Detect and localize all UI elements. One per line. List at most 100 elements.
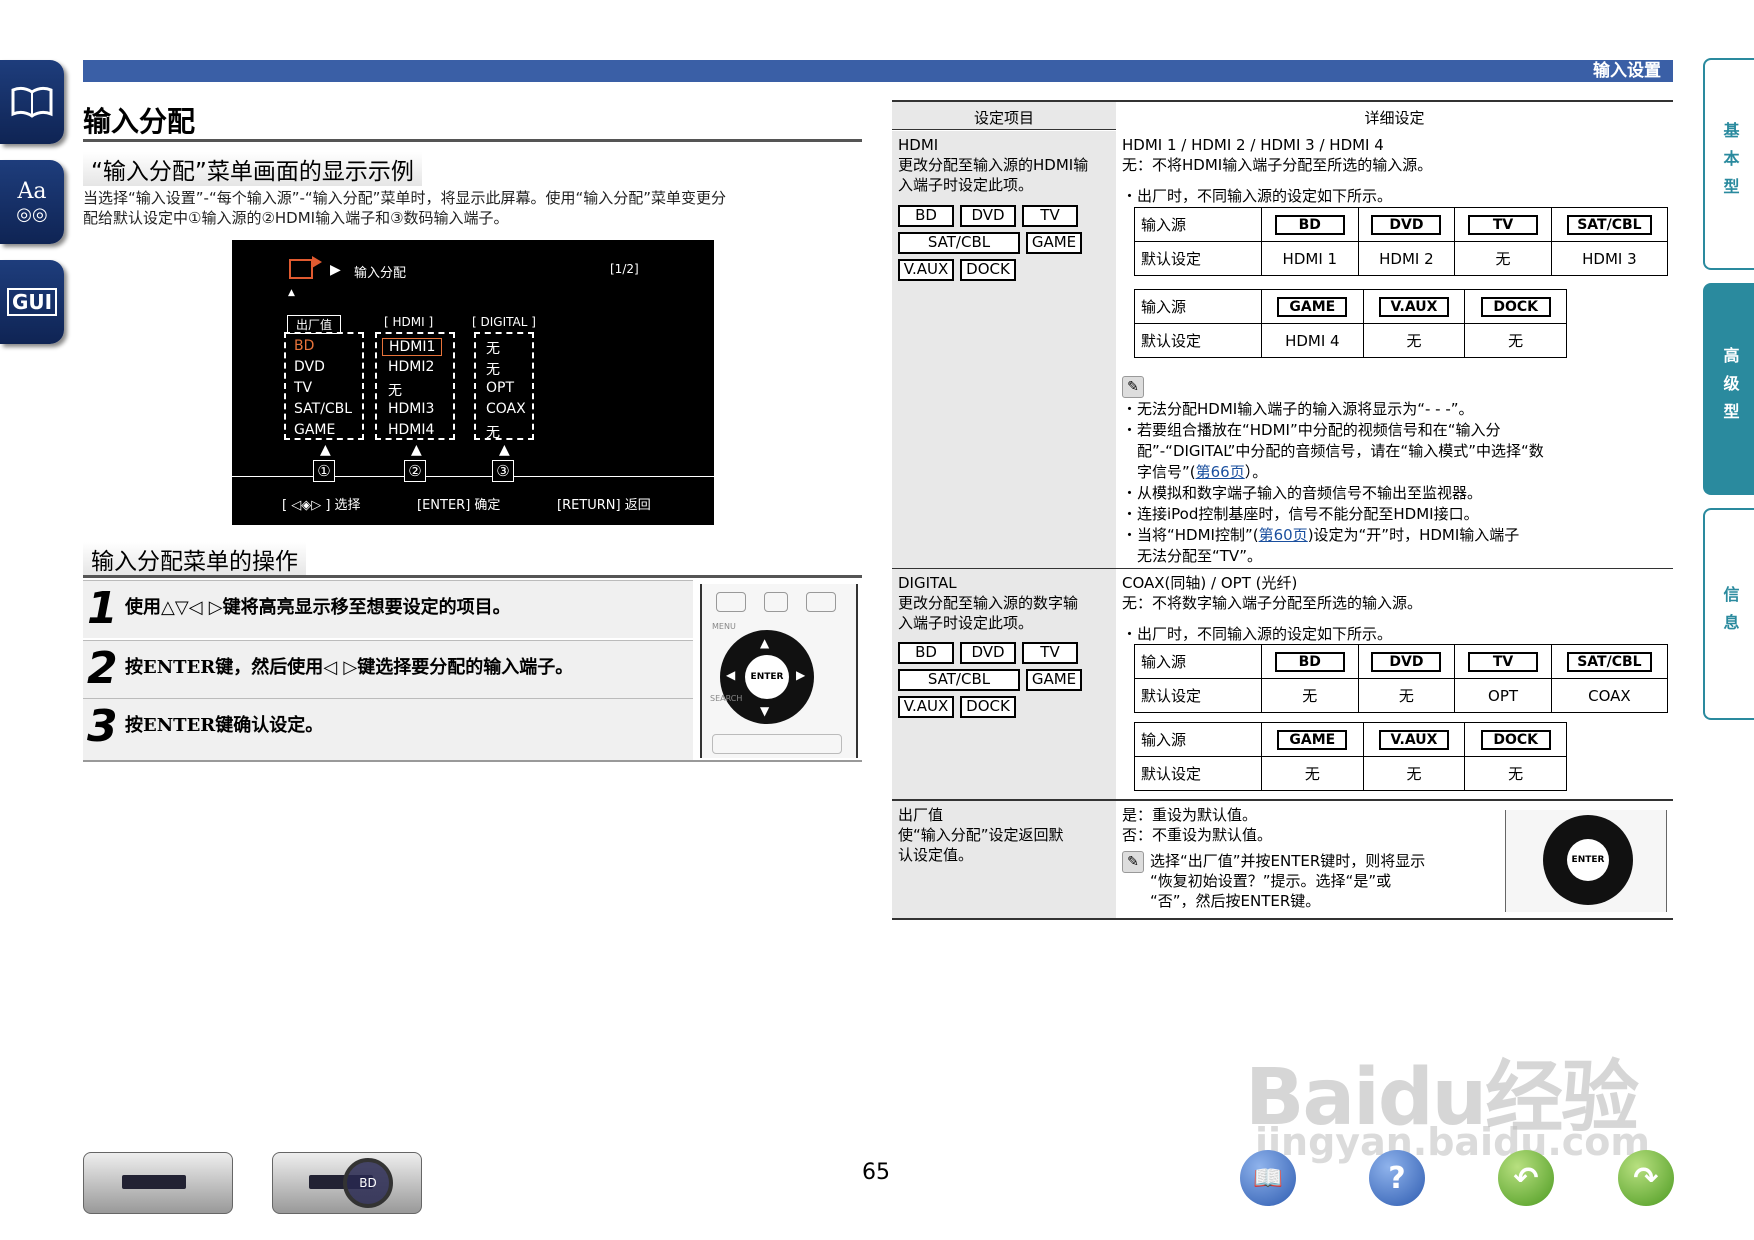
section-header-bar: 输入设置 (83, 60, 1673, 82)
source-tag: V.AUX (1378, 729, 1449, 750)
osd-col3-head: [ DIGITAL ] (472, 315, 536, 329)
table-cell: DOCK (1464, 722, 1567, 757)
note-line: 无法分配至“TV”。 (1122, 547, 1262, 565)
table-cell: SAT/CBL (1550, 644, 1669, 679)
osd-item: 无 (388, 383, 402, 399)
remote-key (806, 592, 836, 612)
source-tag: SAT/CBL (1567, 651, 1652, 672)
watermark-sub: jingyan.baidu.com (1255, 1120, 1650, 1164)
table-cell: HDMI 3 (1550, 241, 1669, 276)
reset-detail-cell: 是：重设为默认值。 否：不重设为默认值。 ✎ 选择“出厂值”并按ENTER键时，… (1116, 801, 1496, 915)
menu-label: MENU (712, 622, 736, 631)
tab-info-label: 信息 (1720, 586, 1740, 642)
operation-divider (83, 575, 862, 578)
digital-desc-2: 入端子时设定此项。 (898, 614, 1034, 632)
osd-item: HDMI2 (388, 359, 435, 375)
table-row: 输入源 BD DVD TV SAT/CBL (1134, 207, 1669, 242)
row-header: 输入源 (1134, 644, 1262, 679)
tab-advanced[interactable]: 高级型 (1703, 283, 1754, 495)
table-cell: DVD (1357, 207, 1456, 242)
reset-setting-cell: 出厂值 使“输入分配”设定返回默 认设定值。 (892, 801, 1116, 918)
source-tag: DOCK (1480, 729, 1551, 750)
osd-footer-select: [ ◁◈▷ ] 选择 (282, 498, 361, 513)
note-line: ・当将“HDMI控制”(第60页)设定为“开”时，HDMI输入端子 (1122, 525, 1667, 546)
osd-item: 无 (486, 341, 500, 357)
reset-note: ✎ 选择“出厂值”并按ENTER键时，则将显示 “恢复初始设置？”提示。选择“是… (1122, 851, 1490, 911)
gui-tab[interactable]: GUI (0, 260, 64, 344)
right-arrow-icon: ▶ (796, 668, 806, 682)
table-cell: 无 (1261, 756, 1364, 791)
step-number: 2 (87, 643, 118, 694)
table-row: 默认设定 HDMI 4无无 (1134, 323, 1567, 358)
table-cell: 无 (1261, 678, 1359, 713)
source-chip: SAT/CBL (898, 669, 1020, 691)
osd-col2-head: [ HDMI ] (384, 315, 434, 329)
source-tag: TV (1468, 214, 1539, 235)
tab-advanced-label: 高级型 (1720, 347, 1740, 431)
source-chip: DOCK (960, 696, 1016, 718)
tab-basic[interactable]: 基本型 (1703, 58, 1754, 270)
remote-dpad: ENTER (1543, 815, 1633, 905)
tab-info[interactable]: 信息 (1703, 508, 1754, 720)
device-thumb-1[interactable] (83, 1152, 233, 1214)
marker-1: ① (313, 460, 335, 482)
reset-note-3: “否”，然后按ENTER键。 (1150, 892, 1321, 910)
intro-text: 当选择“输入设置”-“每个输入源”-“输入分配”菜单时，将显示此屏幕。使用“输入… (83, 188, 873, 228)
index-tab[interactable]: Aa ◎◎ (0, 160, 64, 244)
question-icon: ? (1388, 1160, 1406, 1196)
source-chip: DOCK (960, 259, 1016, 281)
table-cell: DVD (1357, 644, 1456, 679)
input-assign-icon (289, 256, 322, 279)
digital-none-desc: 无：不将数字输入端子分配至所选的输入源。 (1122, 594, 1423, 612)
osd-item: 无 (486, 425, 500, 441)
remote-key (764, 592, 788, 612)
note-line: 配”-“DIGITAL”中分配的音频信号，请在“输入模式”中选择“数 (1122, 442, 1544, 460)
source-tag: TV (1468, 651, 1539, 672)
reset-note-2: “恢复初始设置？”提示。选择“是”或 (1150, 872, 1392, 890)
table-cell: V.AUX (1362, 722, 1466, 757)
row-header: 输入源 (1134, 289, 1262, 324)
table-row: 输入源 GAME V.AUX DOCK (1134, 289, 1567, 324)
marker-2: ② (404, 460, 426, 482)
left-arrow-icon: ◀ (726, 668, 736, 682)
down-arrow-icon: ▼ (760, 704, 770, 718)
osd-footer-divider (232, 476, 714, 477)
hdmi-factory-note: ・出厂时，不同输入源的设定如下所示。 (1122, 187, 1393, 205)
page-60-link[interactable]: 第60页 (1259, 526, 1308, 544)
back-button[interactable]: ↶ (1498, 1150, 1554, 1206)
table-head-right: 详细设定 (1364, 109, 1425, 127)
page-66-link[interactable]: 第66页 (1196, 463, 1245, 481)
source-chip: GAME (1026, 232, 1082, 254)
help-button[interactable]: ? (1369, 1150, 1425, 1206)
enter-button: ENTER (745, 655, 789, 699)
intro-line-1: 当选择“输入设置”-“每个输入源”-“输入分配”菜单时，将显示此屏幕。使用“输入… (83, 189, 726, 207)
note-text: ）。 (1244, 463, 1268, 481)
hdmi-detail-cell: HDMI 1 / HDMI 2 / HDMI 3 / HDMI 4 无：不将HD… (1116, 131, 1673, 210)
step-1: 1 使用△▽◁ ▷键将高亮显示移至想要设定的项目。 (83, 580, 693, 638)
marker-3: ③ (492, 460, 514, 482)
table-cell: 无 (1464, 323, 1567, 358)
table-cell: OPT (1454, 678, 1552, 713)
osd-item: DVD (294, 359, 325, 375)
osd-item: COAX (486, 401, 526, 417)
table-cell: 无 (1454, 241, 1552, 276)
contents-button[interactable]: 📖 (1240, 1150, 1296, 1206)
font-glasses-icon: Aa (17, 179, 47, 204)
step-3: 3 按ENTER键确认设定。 (83, 698, 693, 760)
remote-illustration: ▲ ▼ ◀ ▶ ENTER MENU SEARCH (700, 584, 858, 758)
table-cell: GAME (1261, 289, 1364, 324)
step-text: 按ENTER键，然后使用◁ ▷键选择要分配的输入端子。 (125, 657, 574, 678)
hdmi-setting-cell: HDMI 更改分配至输入源的HDMI输 入端子时设定此项。 (892, 131, 1116, 568)
remote-dpad: ▲ ▼ ◀ ▶ ENTER (720, 630, 814, 724)
contents-tab[interactable] (0, 60, 64, 144)
digital-desc-1: 更改分配至输入源的数字输 (898, 594, 1079, 612)
device-thumb-2[interactable]: BD (272, 1152, 422, 1214)
source-chip: BD (898, 205, 954, 227)
digital-options: COAX(同轴) / OPT (光纤) (1122, 574, 1298, 592)
enter-button: ENTER (1567, 839, 1609, 881)
table-row: 默认设定无无无 (1134, 756, 1567, 791)
osd-footer-return: [RETURN] 返回 (557, 498, 651, 513)
remote-key-row (712, 734, 842, 754)
source-chip: TV (1022, 205, 1078, 227)
forward-button[interactable]: ↷ (1618, 1150, 1674, 1206)
